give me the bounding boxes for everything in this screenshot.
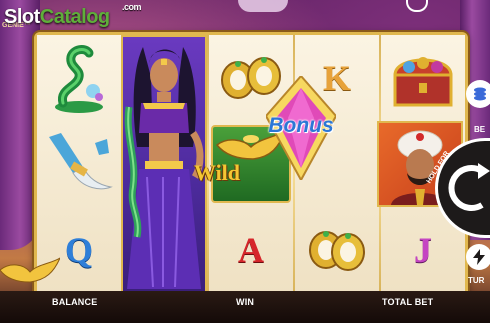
total-bet-label: TOTAL BET — [382, 297, 434, 307]
symbol-chest — [381, 35, 465, 121]
symbol-a: A — [209, 207, 293, 293]
coins-icon — [474, 87, 486, 101]
symbol-cuffs — [295, 207, 379, 293]
lamp-decoration-icon — [0, 257, 60, 283]
bet-label: BE — [474, 125, 486, 134]
dagger-icon — [49, 133, 113, 190]
bet-button[interactable] — [466, 80, 490, 108]
treasure-chest-icon — [393, 57, 453, 107]
letter-a: A — [238, 230, 264, 270]
watermark-logo: SlotCatalog .com — [4, 2, 142, 36]
bonus-label: Bonus — [268, 114, 334, 137]
watermark-domain: .com — [122, 2, 142, 12]
turbo-label: TUR — [468, 276, 485, 285]
win-label: WIN — [236, 297, 255, 307]
turbo-button[interactable] — [466, 244, 490, 270]
crescent-moon — [238, 0, 288, 12]
watermark-slot: Slot — [4, 6, 40, 28]
symbol-snake — [37, 35, 121, 121]
lightning-icon — [473, 249, 485, 265]
balance-label: BALANCE — [52, 297, 98, 307]
bottom-info-bar — [0, 291, 490, 323]
letter-q: Q — [64, 230, 93, 270]
letter-j: J — [414, 230, 432, 270]
golden-cuffs-icon — [309, 231, 365, 271]
snake-icon — [55, 45, 103, 113]
symbol-dagger — [37, 121, 121, 207]
wild-label: Wild — [193, 160, 241, 185]
watermark-catalog: Catalog — [39, 6, 110, 28]
